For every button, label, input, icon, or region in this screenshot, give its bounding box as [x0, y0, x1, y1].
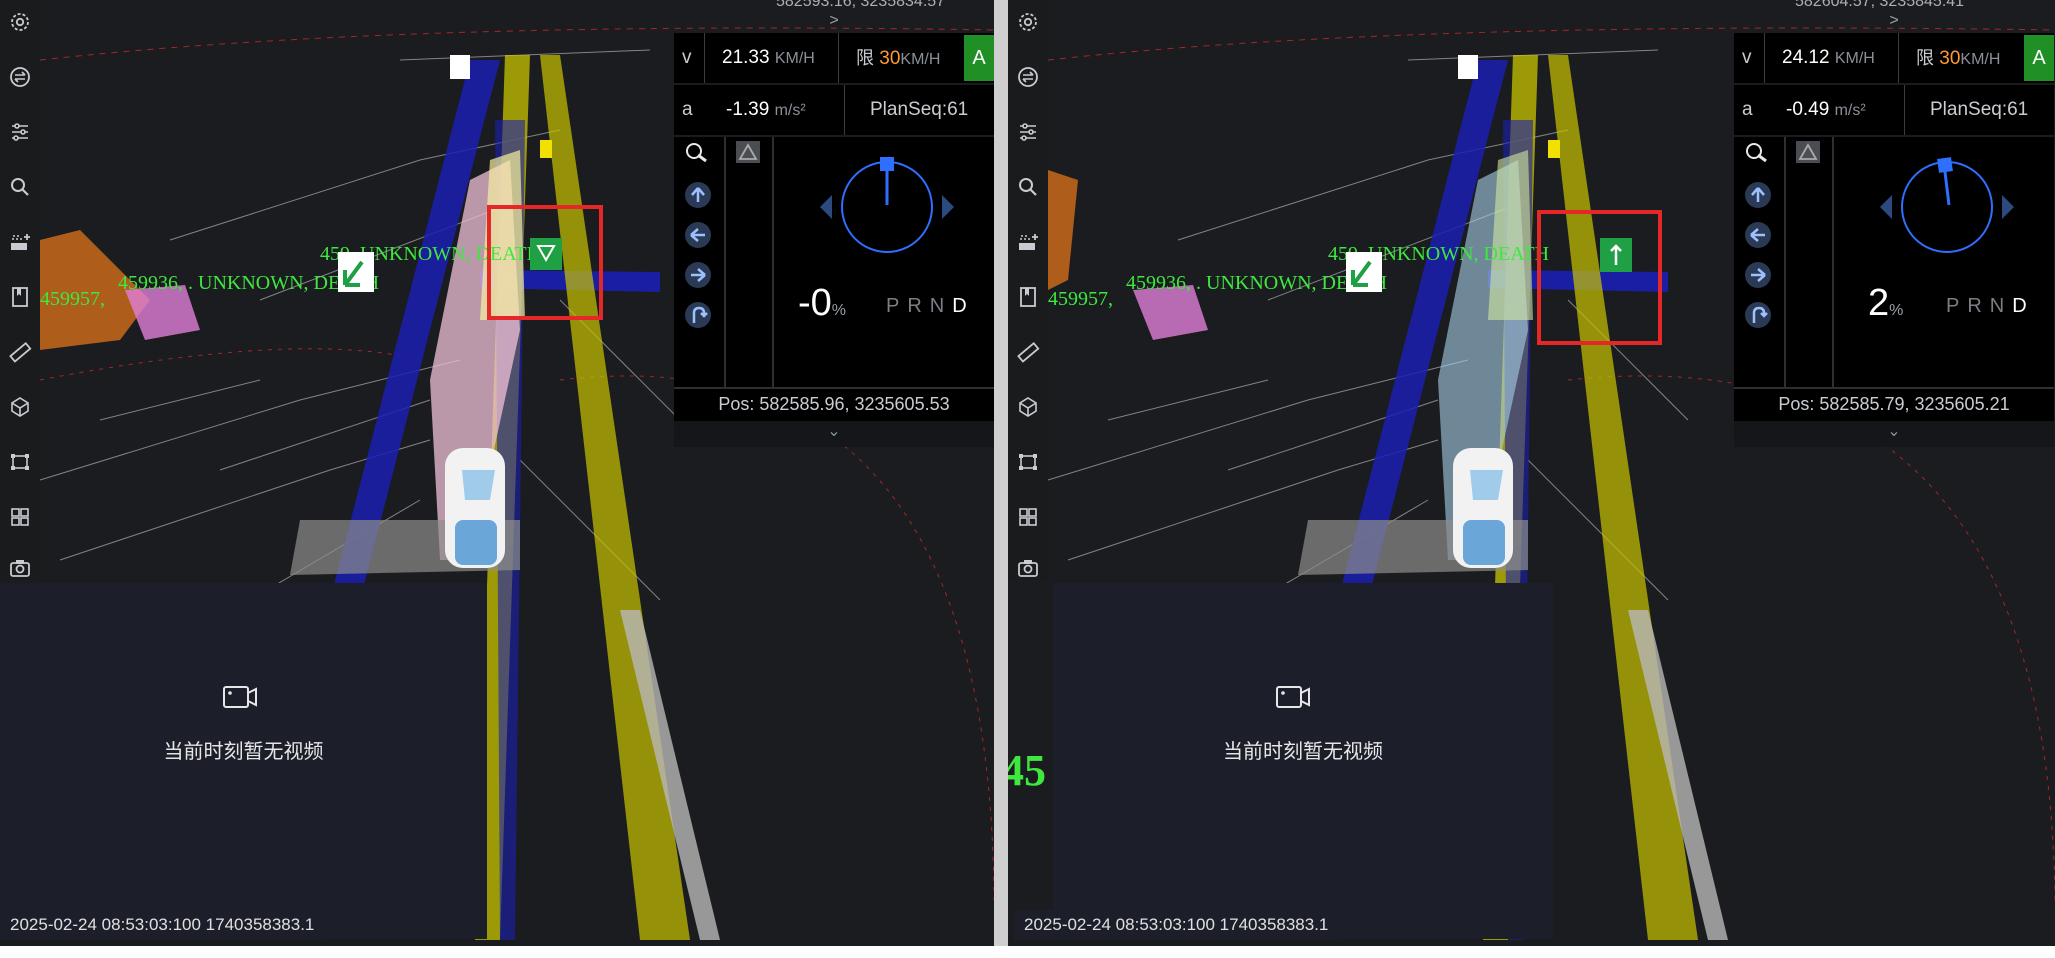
vehicle-status-hud: > v 21.33 KM/H 限 30KM/H A a -1.39 m/s² P… [674, 12, 994, 447]
position-readout: Pos: 582585.96, 3235605.53 [674, 387, 994, 421]
video-panel: 当前时刻暂无视频 [1053, 583, 1553, 939]
warning-icon[interactable] [1796, 141, 1820, 163]
throttle-percent: -0% [798, 282, 847, 324]
bounding-box-icon[interactable] [4, 446, 36, 478]
video-camera-icon [223, 686, 257, 708]
cube-icon[interactable] [4, 391, 36, 423]
hud-collapse-toggle[interactable]: > [1734, 9, 2054, 33]
highlight-box [1537, 210, 1662, 345]
throttle-percent: 2% [1868, 282, 1904, 324]
gear-selector: PRND [1946, 295, 2035, 317]
tool-sidebar [1008, 0, 1048, 580]
hud-collapse-toggle[interactable]: > [674, 9, 994, 33]
camera-icon[interactable] [1012, 552, 1044, 584]
timestamp: 2025-02-24 08:53:03:100 1740358383.1 [1014, 910, 1339, 940]
control-panel: 2% PRND [1734, 137, 2054, 387]
video-camera-icon [1276, 686, 1310, 708]
swap-icon[interactable] [4, 61, 36, 93]
scene-label: 459957, [1048, 288, 1113, 310]
search-icon[interactable] [1012, 171, 1044, 203]
no-video-message: 当前时刻暂无视频 [1223, 741, 1383, 763]
speed-value: 24.12 KM/H [1782, 47, 1875, 68]
ego-vehicle [1453, 448, 1513, 568]
ruler-icon[interactable] [4, 336, 36, 368]
steering-compass [820, 157, 954, 253]
accel-label: a [1742, 99, 1753, 120]
accel-label: a [682, 99, 693, 120]
grid-icon[interactable] [4, 501, 36, 533]
speed-value: 21.33 KM/H [722, 47, 815, 68]
position-readout: Pos: 582585.79, 3235605.21 [1734, 387, 2054, 421]
accel-value: -1.39 m/s² [726, 99, 806, 120]
camera-icon[interactable] [4, 552, 36, 584]
viewer-panel-left: 459936, . UNKNOWN, DEATH 459957, 459, UN… [0, 0, 994, 946]
bounding-box-icon[interactable] [1012, 446, 1044, 478]
control-panel: -0% PRND [674, 137, 994, 387]
steering-mode-icon[interactable] [1744, 141, 1770, 165]
search-icon[interactable] [4, 171, 36, 203]
plan-seq: PlanSeq:61 [1930, 99, 2029, 120]
speed-label: v [682, 47, 692, 68]
tool-sidebar [0, 0, 40, 580]
settings-icon[interactable] [4, 6, 36, 38]
steering-compass [1880, 157, 2014, 253]
arrow-right-icon[interactable] [1744, 261, 1772, 289]
hud-expand-toggle[interactable]: ⌄ [1734, 421, 2054, 447]
highlight-box [487, 205, 603, 320]
layers-plus-icon[interactable] [1012, 226, 1044, 258]
drive-mode-badge: A [2024, 35, 2054, 81]
viewer-panel-right: 459936, . UNKNOWN, DEATH 459957, 459, UN… [1008, 0, 2055, 946]
no-video-message: 当前时刻暂无视频 [163, 741, 324, 763]
settings-icon[interactable] [1012, 6, 1044, 38]
swap-icon[interactable] [1012, 61, 1044, 93]
grid-icon[interactable] [1012, 501, 1044, 533]
scene-label: 45 [1008, 746, 1046, 795]
speed-limit: 限 30KM/H [856, 48, 941, 69]
gear-selector: PRND [886, 295, 975, 317]
panel-divider [994, 0, 1008, 958]
ruler-icon[interactable] [1012, 336, 1044, 368]
arrow-right-icon[interactable] [684, 261, 712, 289]
ego-vehicle [445, 448, 505, 568]
arrow-up-icon[interactable] [1744, 181, 1772, 209]
steering-mode-icon[interactable] [684, 141, 710, 165]
sliders-icon[interactable] [1012, 116, 1044, 148]
u-turn-icon[interactable] [1744, 301, 1772, 329]
layers-plus-icon[interactable] [4, 226, 36, 258]
book-icon[interactable] [4, 281, 36, 313]
video-panel: 当前时刻暂无视频 [0, 583, 487, 939]
u-turn-icon[interactable] [684, 301, 712, 329]
book-icon[interactable] [1012, 281, 1044, 313]
warning-icon[interactable] [736, 141, 760, 163]
scene-label: 459957, [40, 288, 105, 310]
arrow-left-icon[interactable] [684, 221, 712, 249]
drive-mode-badge: A [964, 35, 994, 81]
speed-limit: 限 30KM/H [1916, 48, 2001, 69]
cube-icon[interactable] [1012, 391, 1044, 423]
hud-expand-toggle[interactable]: ⌄ [674, 421, 994, 447]
plan-seq: PlanSeq:61 [870, 99, 969, 120]
sliders-icon[interactable] [4, 116, 36, 148]
vehicle-status-hud: > v 24.12 KM/H 限 30KM/H A a -0.49 m/s² P… [1734, 12, 2054, 447]
bottom-strip [0, 946, 2055, 958]
speed-label: v [1742, 47, 1752, 68]
arrow-up-icon[interactable] [684, 181, 712, 209]
timestamp: 2025-02-24 08:53:03:100 1740358383.1 [0, 910, 325, 940]
accel-value: -0.49 m/s² [1786, 99, 1866, 120]
arrow-left-icon[interactable] [1744, 221, 1772, 249]
